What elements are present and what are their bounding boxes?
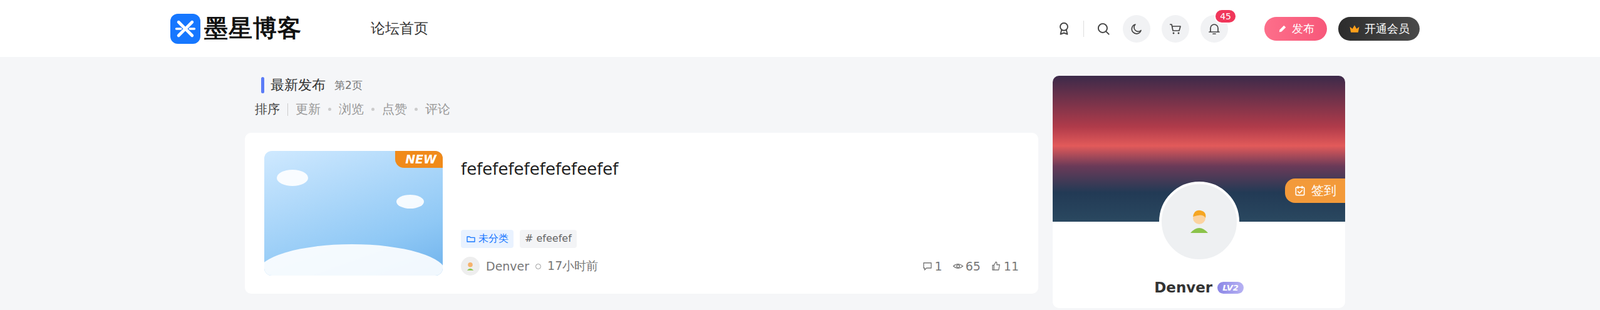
section-header: 最新发布 第2页 [244,75,1039,95]
theme-toggle[interactable] [1122,15,1151,43]
cloud [276,169,309,186]
eye-icon [952,260,964,272]
page: 墨星博客 论坛首页 45 发布 开通会员 最新发布 第2页 排序 更新 浏览 点… [0,0,1600,310]
profile-card: 签到 Denver LV2 [1052,75,1346,309]
post-body: fefefefefefefefeefef 未分类 # efeefef Denve… [460,150,1019,276]
moon-icon [1129,21,1145,37]
section-title: 最新发布 [270,75,326,95]
avatar-icon [464,260,476,272]
post-time: 17小时前 [547,258,599,275]
sort-option[interactable]: 浏览 [338,100,364,118]
sort-divider [287,103,289,116]
sort-option[interactable]: 更新 [295,100,321,118]
post-title[interactable]: fefefefefefefefeefef [460,159,1019,179]
thumb-up-icon [990,260,1002,272]
sort-dot [328,107,332,111]
content: 最新发布 第2页 排序 更新 浏览 点赞 评论 NEW fefefefefefe… [244,75,1346,309]
logo-icon [170,13,201,44]
profile-avatar[interactable] [1159,181,1240,262]
post-stats: 1 65 11 [921,259,1019,274]
comment-icon [921,260,934,272]
logo[interactable]: 墨星博客 [170,12,302,45]
page-indicator: 第2页 [334,78,363,93]
sort-option[interactable]: 评论 [425,100,451,118]
category-tag[interactable]: 未分类 [460,229,514,248]
like-count[interactable]: 11 [990,259,1019,274]
profile-name-row: Denver LV2 [1154,279,1244,296]
sort-dot [371,107,375,111]
view-count: 65 [952,259,981,274]
search-icon[interactable] [1095,20,1112,37]
calendar-icon [1293,184,1307,198]
toolbar-divider [1083,20,1084,37]
cloud [396,194,424,209]
author-avatar[interactable] [460,256,480,276]
profile-name[interactable]: Denver [1154,279,1213,296]
main-column: 最新发布 第2页 排序 更新 浏览 点赞 评论 NEW fefefefefefe… [244,75,1039,294]
new-badge: NEW [395,150,443,168]
cloud [264,244,443,276]
separator-dot [535,263,542,270]
toolbar: 45 发布 开通会员 [1055,15,1420,43]
post-thumbnail[interactable]: NEW [264,150,443,276]
publish-button[interactable]: 发布 [1264,16,1327,41]
nav-item[interactable]: 论坛首页 [370,18,429,39]
logo-text: 墨星博客 [204,12,302,45]
level-badge: LV2 [1217,281,1244,294]
sort-dot [414,107,418,111]
crown-icon [1348,22,1361,36]
award-icon[interactable] [1055,20,1073,37]
top-bar: 墨星博客 论坛首页 45 发布 开通会员 [0,0,1600,57]
author-name[interactable]: Denver [485,259,530,274]
cart-icon [1167,21,1183,37]
post-card[interactable]: NEW fefefefefefefefeefef 未分类 # efeefef D… [244,132,1039,294]
sort-option[interactable]: 点赞 [381,100,408,118]
avatar-icon [1184,206,1215,237]
section-marker [261,77,265,94]
main-nav: 论坛首页 [370,18,429,39]
sort-bar: 排序 更新 浏览 点赞 评论 [244,100,1039,118]
post-tag[interactable]: # efeefef [519,229,577,248]
checkin-button[interactable]: 签到 [1285,178,1346,203]
notification-badge: 45 [1214,8,1237,24]
sort-label: 排序 [254,100,280,118]
vip-button[interactable]: 开通会员 [1338,16,1420,41]
cart-button[interactable] [1161,15,1190,43]
post-meta: Denver 17小时前 1 65 11 [460,256,1019,276]
folder-icon [465,234,476,245]
comment-count: 1 [921,259,943,274]
notification-button[interactable]: 45 [1200,15,1229,43]
pencil-icon [1276,23,1289,35]
post-tags: 未分类 # efeefef [460,229,1019,248]
